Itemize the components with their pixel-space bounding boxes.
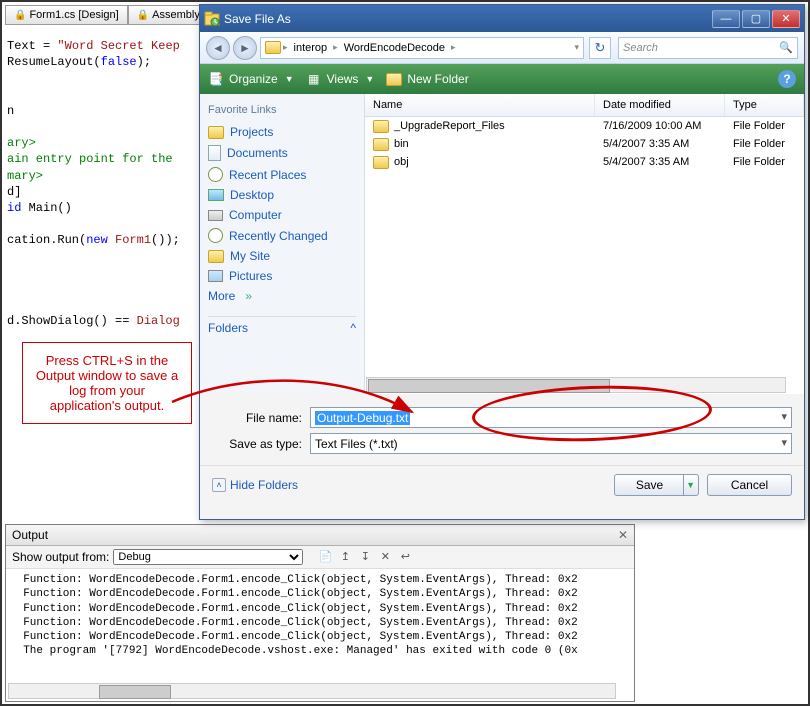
pictures-icon (208, 270, 223, 282)
search-input[interactable]: Search 🔍 (618, 37, 798, 59)
chevron-down-icon: ▼ (686, 480, 695, 490)
folder-icon (208, 126, 224, 139)
cancel-button[interactable]: Cancel (707, 474, 792, 496)
output-title: Output (12, 528, 48, 542)
find-icon[interactable]: 📄 (317, 549, 333, 565)
output-text[interactable]: Function: WordEncodeDecode.Form1.encode_… (6, 569, 634, 663)
chevron-right-icon: » (245, 289, 252, 303)
filename-label: File name: (212, 411, 302, 425)
close-button[interactable]: ✕ (772, 10, 800, 28)
minimize-button[interactable]: — (712, 10, 740, 28)
clock-icon (208, 228, 223, 243)
file-row[interactable]: obj 5/4/2007 3:35 AM File Folder (365, 153, 804, 171)
col-name[interactable]: Name (365, 94, 595, 116)
monitor-icon (208, 189, 224, 201)
back-button[interactable]: ◄ (206, 36, 230, 60)
folder-icon (386, 73, 402, 86)
clear-icon[interactable]: ✕ (377, 549, 393, 565)
breadcrumb-seg[interactable]: WordEncodeDecode (340, 42, 449, 54)
favorites-panel: Favorite Links Projects Documents Recent… (200, 94, 365, 394)
dialog-titlebar[interactable]: Save File As — ▢ ✕ (200, 5, 804, 32)
favlink-projects[interactable]: Projects (208, 122, 356, 142)
show-output-from-label: Show output from: (12, 550, 109, 564)
folder-icon (208, 250, 224, 263)
hide-folders-toggle[interactable]: ˄Hide Folders (212, 478, 298, 492)
file-row[interactable]: bin 5/4/2007 3:35 AM File Folder (365, 135, 804, 153)
drive-icon (208, 210, 223, 221)
dialog-title: Save File As (224, 12, 710, 26)
nav-bar: ◄ ► ▸ interop ▸ WordEncodeDecode ▸ ▾ ↻ S… (200, 32, 804, 64)
help-icon[interactable]: ? (778, 70, 796, 88)
breadcrumb[interactable]: ▸ interop ▸ WordEncodeDecode ▸ ▾ (260, 37, 584, 59)
tab-form1-design[interactable]: 🔒Form1.cs [Design] (5, 5, 128, 25)
search-icon: 🔍 (779, 41, 793, 54)
forward-button[interactable]: ► (233, 36, 257, 60)
file-hscrollbar[interactable] (366, 377, 786, 393)
show-output-from-select[interactable]: Debug (113, 549, 303, 565)
command-bar: 📑Organize▼ ▦Views▼ New Folder ? (200, 64, 804, 94)
annotation-callout: Press CTRL+S in the Output window to sav… (22, 342, 192, 424)
favorites-heading: Favorite Links (208, 104, 356, 116)
close-icon[interactable]: ✕ (618, 528, 628, 542)
chevron-down-icon[interactable]: ▾ (574, 42, 579, 53)
saveas-type-select[interactable]: Text Files (*.txt) (310, 433, 792, 454)
favlink-mysite[interactable]: My Site (208, 246, 356, 266)
folders-toggle[interactable]: Folders^ (208, 316, 356, 339)
wrap-icon[interactable]: ↩ (397, 549, 413, 565)
next-icon[interactable]: ↧ (357, 549, 373, 565)
col-type[interactable]: Type (725, 94, 804, 116)
breadcrumb-seg[interactable]: interop (290, 42, 332, 54)
save-file-dialog: Save File As — ▢ ✕ ◄ ► ▸ interop ▸ WordE… (199, 4, 805, 520)
favlink-recent-places[interactable]: Recent Places (208, 164, 356, 185)
prev-icon[interactable]: ↥ (337, 549, 353, 565)
folder-icon (265, 41, 281, 54)
output-hscrollbar[interactable] (8, 683, 616, 699)
maximize-button[interactable]: ▢ (742, 10, 770, 28)
col-date[interactable]: Date modified (595, 94, 725, 116)
lock-icon: 🔒 (14, 10, 26, 21)
dialog-footer: ˄Hide Folders Save▼ Cancel (200, 465, 804, 506)
chevron-right-icon: ▸ (333, 42, 338, 53)
favlink-pictures[interactable]: Pictures (208, 266, 356, 286)
file-list: Name Date modified Type _UpgradeReport_F… (365, 94, 804, 394)
chevron-up-icon: ^ (350, 321, 356, 335)
folder-icon (373, 156, 389, 169)
new-folder-button[interactable]: New Folder (386, 72, 468, 86)
favlink-recently-changed[interactable]: Recently Changed (208, 225, 356, 246)
folder-icon (373, 138, 389, 151)
favlink-computer[interactable]: Computer (208, 205, 356, 225)
form-area: File name: Output-Debug.txt Save as type… (200, 394, 804, 465)
chevron-up-icon: ˄ (212, 478, 226, 492)
views-icon: ▦ (306, 71, 322, 87)
refresh-button[interactable]: ↻ (589, 37, 611, 59)
chevron-right-icon: ▸ (283, 42, 288, 53)
favlink-desktop[interactable]: Desktop (208, 185, 356, 205)
save-button[interactable]: Save▼ (614, 474, 699, 496)
file-columns: Name Date modified Type (365, 94, 804, 117)
favlink-more[interactable]: More» (208, 286, 356, 306)
chevron-right-icon: ▸ (451, 42, 456, 53)
views-menu[interactable]: ▦Views▼ (306, 71, 375, 87)
output-toolbar: Show output from: Debug 📄 ↥ ↧ ✕ ↩ (6, 546, 634, 569)
app-icon (204, 11, 220, 27)
folder-icon (373, 120, 389, 133)
saveas-label: Save as type: (212, 437, 302, 451)
document-icon (208, 145, 221, 161)
filename-input[interactable]: Output-Debug.txt (310, 407, 792, 428)
lock-icon: 🔒 (137, 10, 149, 21)
chevron-down-icon: ▼ (365, 74, 374, 84)
file-row[interactable]: _UpgradeReport_Files 7/16/2009 10:00 AM … (365, 117, 804, 135)
favlink-documents[interactable]: Documents (208, 142, 356, 164)
organize-icon: 📑 (208, 71, 224, 87)
organize-menu[interactable]: 📑Organize▼ (208, 71, 294, 87)
clock-icon (208, 167, 223, 182)
output-panel: Output ✕ Show output from: Debug 📄 ↥ ↧ ✕ … (5, 524, 635, 702)
document-tabs: 🔒Form1.cs [Design] 🔒Assembly... (5, 5, 217, 25)
chevron-down-icon: ▼ (285, 74, 294, 84)
